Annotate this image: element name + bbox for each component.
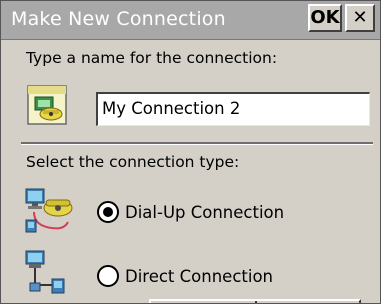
- bottom-button-row[interactable]: [149, 299, 361, 303]
- dial-up-radio[interactable]: [97, 201, 119, 223]
- make-new-connection-dialog: Make New Connection OK ✕ Type a name for…: [0, 0, 381, 304]
- direct-option[interactable]: Direct Connection: [97, 263, 273, 289]
- dial-up-phone-icon: [25, 188, 73, 233]
- direct-radio[interactable]: [97, 265, 119, 287]
- title-bar: Make New Connection OK ✕: [1, 1, 380, 40]
- dial-up-label: Dial-Up Connection: [125, 202, 285, 222]
- dial-up-option[interactable]: Dial-Up Connection: [97, 199, 284, 225]
- connection-type-label: Select the connection type:: [26, 153, 240, 171]
- connection-folder-icon: [27, 85, 67, 125]
- name-prompt: Type a name for the connection:: [26, 49, 278, 67]
- connection-name-field[interactable]: My Connection 2: [96, 92, 370, 126]
- window-title: Make New Connection: [11, 8, 226, 30]
- ok-button[interactable]: OK: [308, 4, 342, 32]
- direct-cable-icon: [25, 250, 65, 294]
- section-divider: [21, 142, 373, 145]
- direct-label: Direct Connection: [125, 266, 274, 286]
- close-icon: ✕: [352, 7, 368, 28]
- close-button[interactable]: ✕: [345, 4, 375, 32]
